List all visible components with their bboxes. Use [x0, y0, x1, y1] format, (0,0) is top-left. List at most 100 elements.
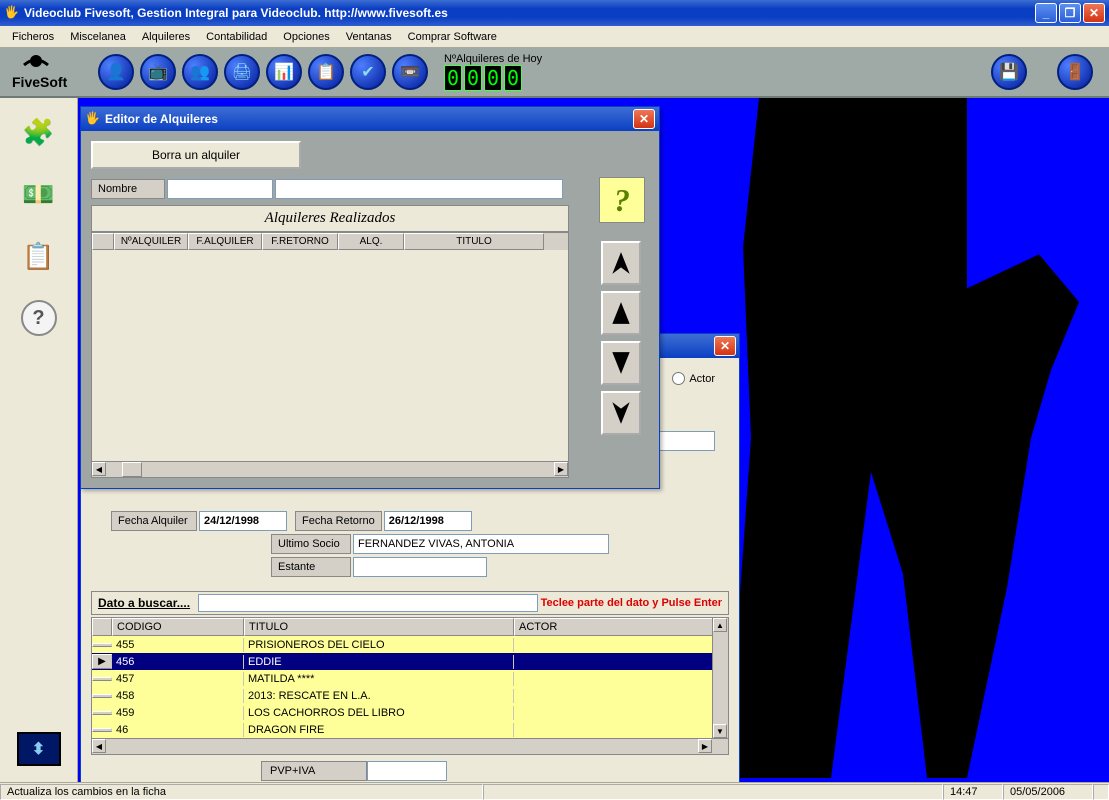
nombre-input-2[interactable] [275, 179, 563, 199]
scroll-left-icon[interactable]: ◀ [92, 739, 106, 753]
row-code: 456 [112, 655, 244, 669]
editor-close-button[interactable]: ✕ [633, 109, 655, 129]
nombre-input-1[interactable] [167, 179, 273, 199]
grid-scrollbar-vertical[interactable]: ▲ ▼ [712, 618, 728, 738]
table-row[interactable]: 459LOS CACHORROS DEL LIBRO [92, 704, 728, 721]
table-row[interactable]: ▶456EDDIE [92, 653, 728, 670]
maximize-button[interactable]: ❐ [1059, 3, 1081, 23]
minimize-button[interactable]: _ [1035, 3, 1057, 23]
nav-next-button[interactable] [601, 341, 641, 385]
ed-col-titulo[interactable]: TITULO [404, 233, 544, 250]
statusbar: Actualiza los cambios en la ficha 14:47 … [0, 782, 1109, 800]
row-marker [92, 711, 112, 715]
estante-input[interactable] [353, 557, 487, 577]
counter-digit: 0 [484, 65, 502, 91]
editor-titlebar[interactable]: 🖐 Editor de Alquileres ✕ [81, 107, 659, 131]
table-row[interactable]: 46DRAGON FIRE [92, 721, 728, 738]
menu-comprar[interactable]: Comprar Software [400, 29, 505, 45]
toolbar-btn-8[interactable]: 📼 [392, 54, 428, 90]
search-input[interactable] [198, 594, 538, 612]
side-bottom-icon[interactable]: ⬍ [17, 732, 61, 766]
menu-ficheros[interactable]: Ficheros [4, 29, 62, 45]
side-icon-1[interactable]: 🧩 [17, 112, 61, 152]
pvp-value[interactable] [367, 761, 447, 781]
fecha-alquiler-input[interactable] [199, 511, 287, 531]
scroll-down-icon[interactable]: ▼ [713, 724, 727, 738]
row-actor [514, 729, 728, 731]
row-title: DRAGON FIRE [244, 723, 514, 737]
window-title: Videoclub Fivesoft, Gestion Integral par… [24, 6, 1035, 20]
row-actor [514, 712, 728, 714]
scroll-up-icon[interactable]: ▲ [713, 618, 727, 632]
rental-counter: NºAlquileres de Hoy 0 0 0 0 [444, 53, 542, 91]
grid-scrollbar-horizontal[interactable]: ◀ ▶ [92, 738, 728, 754]
search-label: Dato a buscar.... [98, 596, 190, 610]
radio-actor-label: Actor [689, 373, 715, 385]
toolbar-btn-right-1[interactable]: 💾 [991, 54, 1027, 90]
grid-header-actor[interactable]: ACTOR [514, 618, 728, 636]
ed-col-num[interactable]: NºALQUILER [114, 233, 188, 250]
toolbar: FiveSoft 👤 📺 👥 🖨 📊 📋 ✔ 📼 NºAlquileres de… [0, 48, 1109, 98]
side-icon-3[interactable]: 📋 [17, 236, 61, 276]
side-help-icon[interactable]: ? [17, 298, 61, 338]
row-marker [92, 643, 112, 647]
editor-window: 🖐 Editor de Alquileres ✕ Borra un alquil… [80, 106, 660, 489]
radio-actor[interactable]: Actor [672, 372, 715, 385]
radio-actor-input[interactable] [672, 372, 685, 385]
status-grip [1093, 784, 1109, 800]
delete-rental-button[interactable]: Borra un alquiler [91, 141, 301, 169]
close-button[interactable]: ✕ [1083, 3, 1105, 23]
counter-digit: 0 [444, 65, 462, 91]
fecha-alquiler-label: Fecha Alquiler [111, 511, 197, 531]
editor-grid-body[interactable] [92, 250, 568, 454]
toolbar-btn-5[interactable]: 📊 [266, 54, 302, 90]
status-date: 05/05/2006 [1003, 784, 1093, 800]
table-row[interactable]: 4582013: RESCATE EN L.A. [92, 687, 728, 704]
row-code: 459 [112, 706, 244, 720]
row-actor [514, 661, 728, 663]
status-text: Actualiza los cambios en la ficha [0, 784, 483, 800]
nav-first-button[interactable] [601, 241, 641, 285]
menu-opciones[interactable]: Opciones [275, 29, 337, 45]
ed-scroll-thumb[interactable] [122, 462, 142, 477]
table-row[interactable]: 455PRISIONEROS DEL CIELO [92, 636, 728, 653]
side-icon-2[interactable]: 💵 [17, 174, 61, 214]
ed-col-alq[interactable]: ALQ. [338, 233, 404, 250]
menu-alquileres[interactable]: Alquileres [134, 29, 198, 45]
toolbar-btn-right-2[interactable]: 🚪 [1057, 54, 1093, 90]
nav-prev-button[interactable] [601, 291, 641, 335]
row-title: MATILDA **** [244, 672, 514, 686]
toolbar-btn-4[interactable]: 🖨 [224, 54, 260, 90]
toolbar-btn-7[interactable]: ✔ [350, 54, 386, 90]
table-row[interactable]: 457MATILDA **** [92, 670, 728, 687]
row-title: 2013: RESCATE EN L.A. [244, 689, 514, 703]
grid-header-marker[interactable] [92, 618, 112, 636]
ed-scroll-left-icon[interactable]: ◀ [92, 462, 106, 476]
toolbar-btn-1[interactable]: 👤 [98, 54, 134, 90]
nav-last-button[interactable] [601, 391, 641, 435]
ed-col-marker[interactable] [92, 233, 114, 250]
search-hint: Teclee parte del dato y Pulse Enter [541, 597, 722, 609]
editor-title: Editor de Alquileres [105, 112, 218, 126]
toolbar-btn-3[interactable]: 👥 [182, 54, 218, 90]
rentals-close-button[interactable]: ✕ [714, 336, 736, 356]
ed-col-falq[interactable]: F.ALQUILER [188, 233, 262, 250]
grid-header-titulo[interactable]: TITULO [244, 618, 514, 636]
editor-hscroll[interactable]: ◀ ▶ [92, 461, 568, 477]
ed-col-fret[interactable]: F.RETORNO [262, 233, 338, 250]
scroll-right-icon[interactable]: ▶ [698, 739, 712, 753]
toolbar-btn-6[interactable]: 📋 [308, 54, 344, 90]
menu-miscelanea[interactable]: Miscelanea [62, 29, 134, 45]
menu-contabilidad[interactable]: Contabilidad [198, 29, 275, 45]
nombre-label: Nombre [91, 179, 165, 199]
fecha-retorno-input[interactable] [384, 511, 472, 531]
grid-header-codigo[interactable]: CODIGO [112, 618, 244, 636]
menubar: Ficheros Miscelanea Alquileres Contabili… [0, 26, 1109, 48]
counter-digit: 0 [464, 65, 482, 91]
ultimo-socio-input[interactable] [353, 534, 609, 554]
svg-text:FiveSoft: FiveSoft [12, 74, 68, 90]
ed-scroll-right-icon[interactable]: ▶ [554, 462, 568, 476]
toolbar-btn-2[interactable]: 📺 [140, 54, 176, 90]
menu-ventanas[interactable]: Ventanas [338, 29, 400, 45]
editor-grid-title: Alquileres Realizados [91, 205, 569, 232]
